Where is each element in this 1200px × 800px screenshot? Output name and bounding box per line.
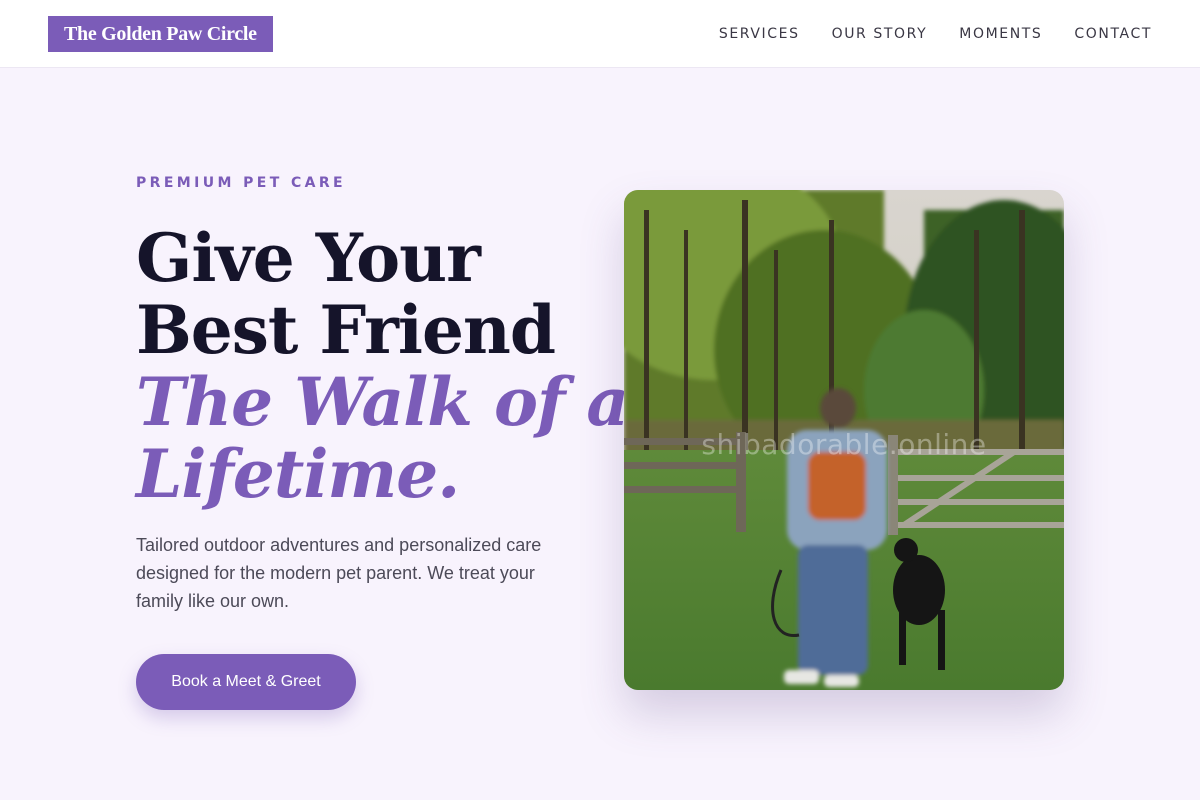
headline-line-1: Give Your — [136, 219, 481, 297]
site-header: The Golden Paw Circle SERVICES OUR STORY… — [0, 0, 1200, 68]
hero-eyebrow: PREMIUM PET CARE — [136, 175, 347, 191]
hero-description: Tailored outdoor adventures and personal… — [136, 535, 542, 611]
headline-accent-line-1: The Walk of a — [136, 363, 629, 441]
nav-link-our-story[interactable]: OUR STORY — [832, 26, 928, 42]
headline-line-2: Best Friend — [136, 291, 556, 369]
photo-watermark: shibadorable.online — [701, 428, 987, 461]
brand-logo[interactable]: The Golden Paw Circle — [48, 16, 273, 52]
nav-link-moments[interactable]: MOMENTS — [959, 26, 1042, 42]
nav-link-services[interactable]: SERVICES — [719, 26, 800, 42]
headline-accent-line-2: Lifetime. — [136, 435, 460, 513]
hero-photo: shibadorable.online — [624, 190, 1064, 690]
hero-headline: Give Your Best Friend The Walk of a Life… — [136, 219, 629, 513]
book-meet-greet-button[interactable]: Book a Meet & Greet — [136, 654, 356, 710]
nav-link-contact[interactable]: CONTACT — [1074, 26, 1152, 42]
main-nav: SERVICES OUR STORY MOMENTS CONTACT — [719, 0, 1152, 68]
